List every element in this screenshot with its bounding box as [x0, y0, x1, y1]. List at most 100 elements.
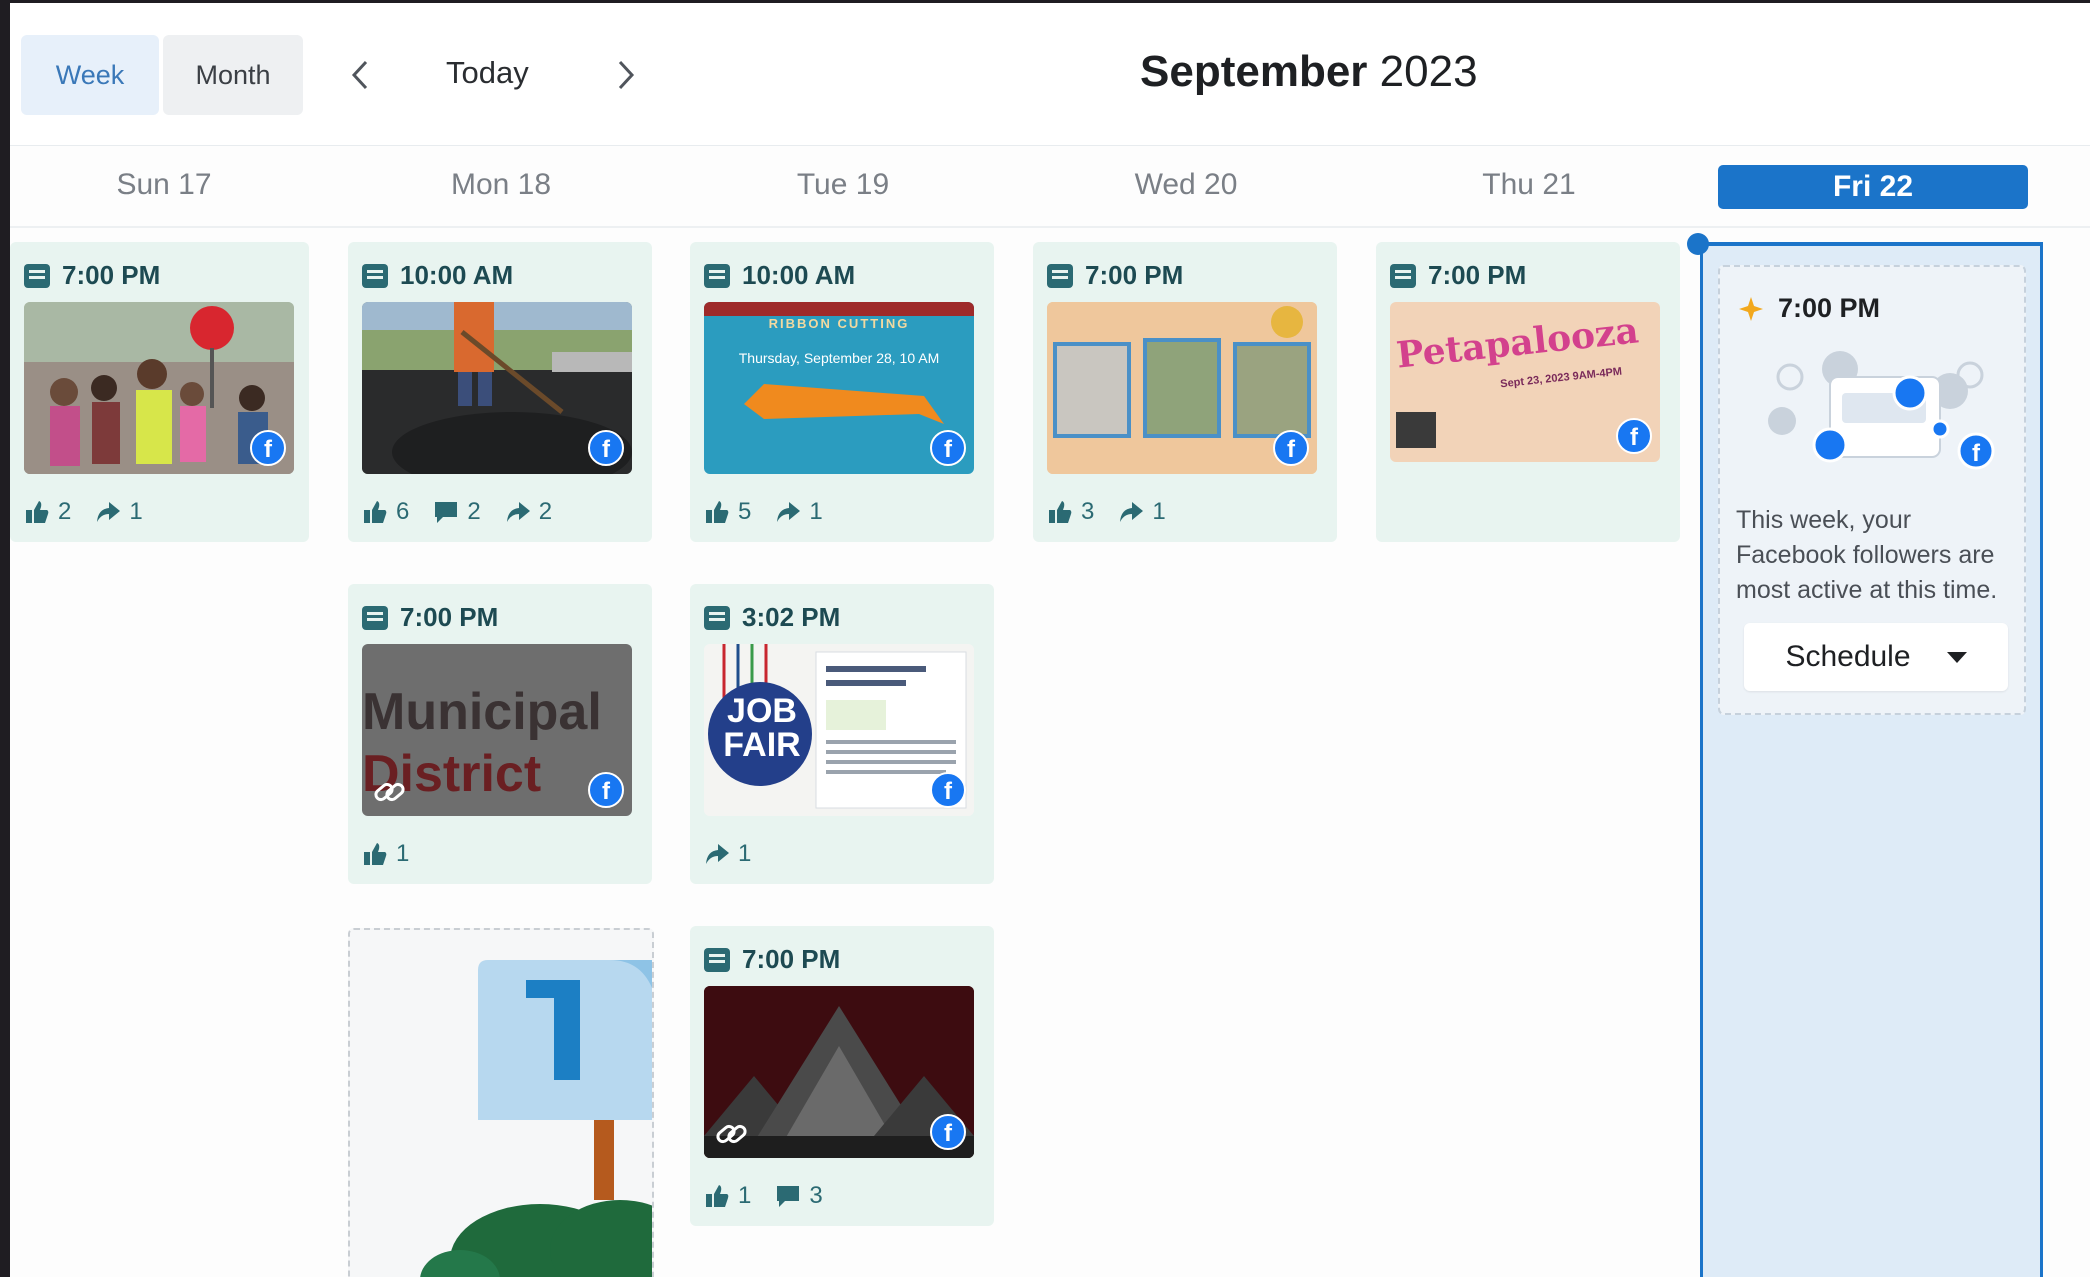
- post-type-icon: [362, 605, 388, 630]
- like-count: 6: [396, 498, 410, 525]
- day-header-thu[interactable]: Thu 21: [1376, 168, 1682, 206]
- post-type-icon: [704, 605, 730, 630]
- svg-text:f: f: [1972, 440, 1981, 467]
- title-year: 2023: [1379, 47, 1478, 96]
- share-icon: [777, 502, 801, 522]
- post-stats: 1: [704, 840, 751, 868]
- post-card[interactable]: 3:02 PM JOB FAIR f 1: [690, 584, 994, 884]
- share-icon: [1120, 502, 1144, 522]
- post-stats: 5 1: [704, 498, 823, 526]
- link-icon: [714, 1118, 752, 1150]
- post-time: 7:00 PM: [704, 944, 840, 975]
- post-card[interactable]: 7:00 PM f 3 1: [1033, 242, 1337, 542]
- post-stats: 6 2 2: [362, 498, 552, 526]
- share-count: 1: [738, 840, 752, 867]
- post-thumbnail: f: [704, 986, 974, 1158]
- like-icon: [364, 843, 387, 865]
- comment-icon: [435, 502, 458, 523]
- chevron-down-icon: [1946, 651, 1967, 663]
- facebook-icon: f: [250, 430, 286, 466]
- schedule-label: Schedule: [1785, 640, 1911, 673]
- like-icon: [706, 1185, 729, 1207]
- event-date: Sept 23, 2023 9AM-4PM: [1499, 365, 1623, 391]
- draft-post-card[interactable]: [348, 928, 654, 1277]
- post-card[interactable]: 10:00 AM RIBBON CUTTING Thursday, Septem…: [690, 242, 994, 542]
- next-week-button[interactable]: [606, 53, 646, 97]
- post-time: 7:00 PM: [24, 260, 160, 291]
- post-type-icon: [362, 263, 388, 288]
- facebook-icon: f: [1616, 418, 1652, 454]
- post-time: 3:02 PM: [704, 602, 840, 633]
- banner-strip: [704, 302, 974, 316]
- post-card[interactable]: 10:00 AM f 6 2 2: [348, 242, 652, 542]
- ribbon-title: RIBBON CUTTING: [768, 316, 910, 331]
- previous-week-button[interactable]: [340, 53, 380, 97]
- like-count: 1: [396, 840, 410, 867]
- post-type-icon: [24, 263, 50, 288]
- day-header-mon[interactable]: Mon 18: [348, 168, 654, 206]
- post-stats: 1 3: [704, 1182, 823, 1210]
- share-count: 1: [1152, 498, 1166, 525]
- day-header-tue[interactable]: Tue 19: [690, 168, 996, 206]
- post-thumbnail: JOB FAIR f: [704, 644, 974, 816]
- share-count: 1: [809, 498, 823, 525]
- share-count: 1: [129, 498, 143, 525]
- post-type-icon: [704, 263, 730, 288]
- facebook-icon: f: [1273, 430, 1309, 466]
- comment-count: 3: [809, 1182, 823, 1209]
- month-view-button[interactable]: Month: [163, 35, 303, 115]
- chevron-left-icon: [351, 60, 368, 90]
- event-date: Thursday, September 28, 10 AM: [738, 350, 940, 366]
- week-view-button[interactable]: Week: [21, 35, 159, 115]
- post-time: 10:00 AM: [362, 260, 513, 291]
- sponsor-logo: [1396, 412, 1436, 448]
- post-card[interactable]: 7:00 PM Municipal District f 1: [348, 584, 652, 884]
- chevron-right-icon: [618, 60, 635, 90]
- link-icon: [372, 776, 410, 808]
- current-time-marker: [1687, 233, 1709, 255]
- sparkle-icon: [1739, 296, 1763, 321]
- image-text-line1: JOB: [727, 692, 797, 730]
- post-card[interactable]: 7:00 PM Petapalooza Sept 23, 2023 9AM-4P…: [1376, 242, 1680, 542]
- suggested-time: 7:00 PM: [1738, 293, 1880, 324]
- window-left-edge: [0, 0, 10, 1277]
- today-button[interactable]: Today: [446, 55, 529, 91]
- day-header-wed[interactable]: Wed 20: [1033, 168, 1339, 206]
- like-icon: [706, 501, 729, 523]
- facebook-icon: f: [588, 772, 624, 808]
- post-thumbnail: f: [1047, 302, 1317, 474]
- comment-icon: [777, 1186, 800, 1207]
- post-type-icon: [704, 947, 730, 972]
- post-time: 7:00 PM: [362, 602, 498, 633]
- day-header-fri[interactable]: Fri 22: [1718, 165, 2028, 209]
- title-month: September: [1140, 47, 1368, 96]
- post-thumbnail: f: [24, 302, 294, 474]
- share-icon: [506, 502, 530, 522]
- post-stats: 2 1: [24, 498, 143, 526]
- day-header-sun[interactable]: Sun 17: [12, 168, 316, 206]
- post-time: 7:00 PM: [1047, 260, 1183, 291]
- best-time-suggestion: 7:00 PM f This week, your Facebook follo…: [1718, 265, 2026, 715]
- share-count: 2: [538, 498, 553, 525]
- post-thumbnail: f: [362, 302, 632, 474]
- post-stats: 3 1: [1047, 498, 1166, 526]
- post-thumbnail: RIBBON CUTTING Thursday, September 28, 1…: [704, 302, 974, 474]
- facebook-icon: f: [930, 1114, 966, 1150]
- schedule-button[interactable]: Schedule: [1744, 623, 2008, 691]
- post-card[interactable]: 7:00 PM f 2 1: [10, 242, 309, 542]
- suggestion-text: This week, your Facebook followers are m…: [1736, 506, 1998, 604]
- post-card[interactable]: 7:00 PM f 1 3: [690, 926, 994, 1226]
- calendar-toolbar: Week Month Today September 2023: [10, 3, 2090, 146]
- job-fair-text: JOB FAIR: [720, 694, 804, 762]
- page-title: September 2023: [1140, 47, 1478, 97]
- share-icon: [97, 502, 121, 522]
- post-thumbnail: Petapalooza Sept 23, 2023 9AM-4PM f: [1390, 302, 1660, 462]
- facebook-icon: f: [588, 430, 624, 466]
- view-switcher: Week Month: [10, 35, 303, 115]
- like-count: 3: [1081, 498, 1095, 525]
- facebook-icon: f: [930, 772, 966, 808]
- post-time: 10:00 AM: [704, 260, 855, 291]
- comment-count: 2: [467, 498, 481, 525]
- like-count: 5: [738, 498, 752, 525]
- ribbon-graphic: [744, 384, 944, 424]
